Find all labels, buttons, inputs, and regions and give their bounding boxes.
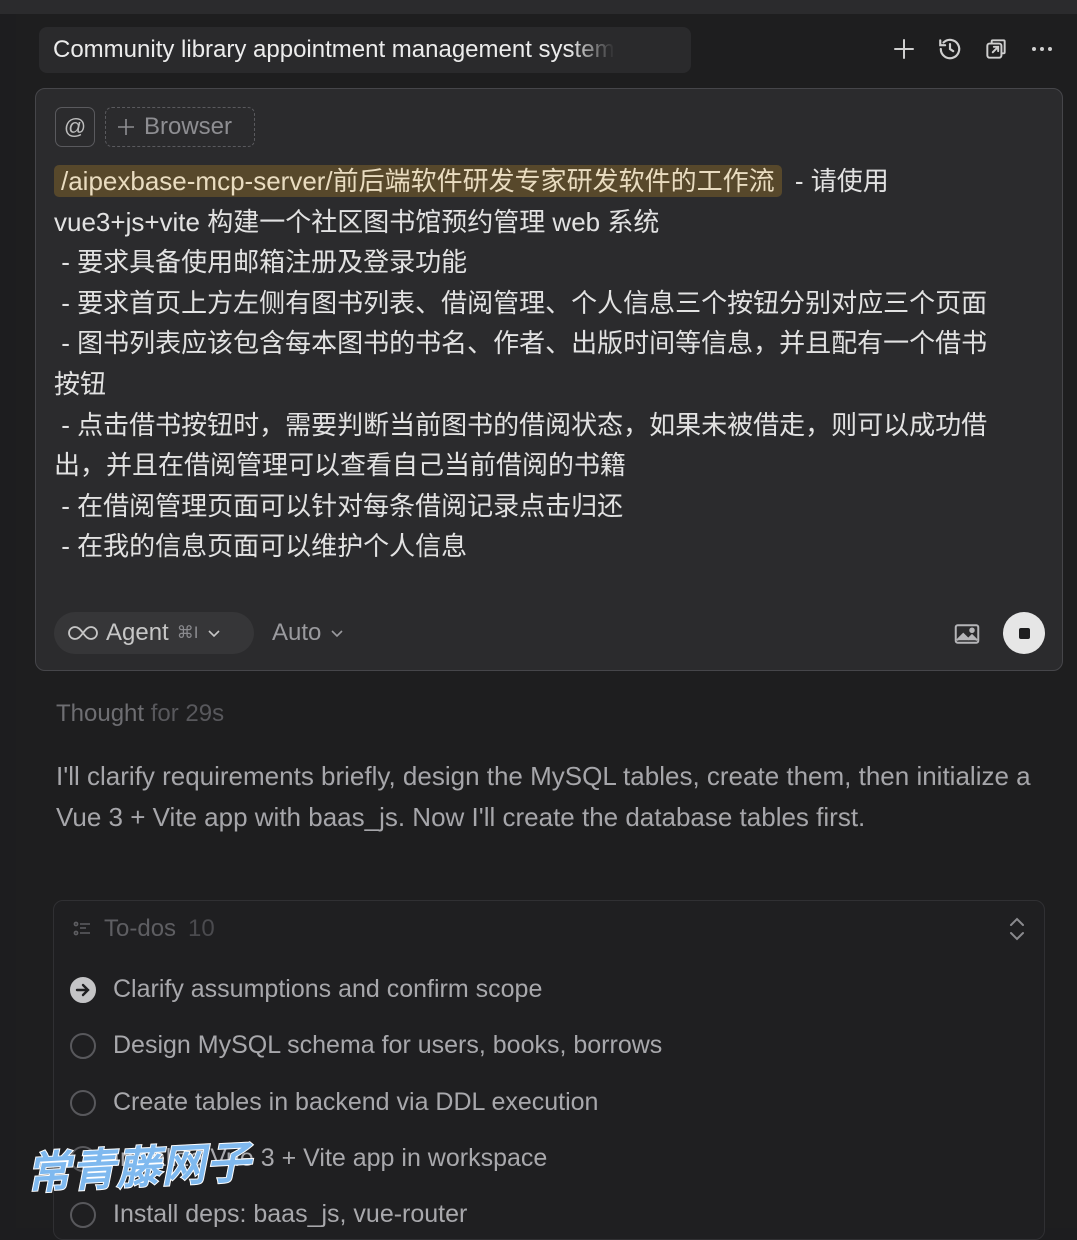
open-external-icon[interactable] (981, 34, 1011, 64)
stop-icon (1018, 627, 1030, 639)
todo-item[interactable]: Clarify assumptions and confirm scope (70, 975, 542, 1004)
history-icon[interactable] (935, 34, 965, 64)
chat-title-tab[interactable]: Community library appointment management… (39, 27, 691, 73)
in-progress-arrow-icon (70, 976, 96, 1003)
prompt-line: - 在我的信息页面可以维护个人信息 (54, 531, 468, 562)
checklist-icon (73, 921, 90, 936)
assistant-message: I'll clarify requirements briefly, desig… (56, 761, 1031, 832)
prompt-line: 出，并且在借阅管理可以查看自己当前借阅的书籍 (54, 450, 627, 481)
todo-label: Create tables in backend via DDL executi… (113, 1088, 599, 1116)
agent-mode-selector[interactable]: Agent ⌘I (54, 612, 254, 654)
browser-context-chip[interactable]: Browser (105, 107, 255, 147)
thought-duration: for 29s (150, 700, 225, 727)
browser-chip-label: Browser (144, 113, 233, 140)
expand-collapse-icon[interactable] (1006, 915, 1028, 943)
prompt-line: 按钮 (54, 368, 107, 399)
mention-button[interactable]: @ (55, 107, 95, 147)
agent-mode-label: Agent (106, 619, 169, 646)
pending-circle-icon (70, 1201, 96, 1228)
prompt-line: /aipexbase-mcp-server/前后端软件研发专家研发软件的工作流 … (54, 161, 1054, 202)
chevron-down-icon (208, 630, 221, 638)
prompt-line: - 图书列表应该包含每本图书的书名、作者、出版时间等信息，并且配有一个借书 (54, 328, 988, 359)
window-top-strip (0, 0, 1077, 14)
plus-icon (118, 119, 134, 135)
chevron-down-icon (331, 630, 343, 638)
prompt-composer[interactable]: @ Browser /aipexbase-mcp-server/前后端软件研发专… (35, 88, 1063, 671)
mode-shortcut: ⌘I (176, 623, 199, 642)
more-icon[interactable] (1027, 34, 1057, 64)
prompt-line: - 要求具备使用邮箱注册及登录功能 (54, 247, 468, 278)
todo-header[interactable]: To-dos 10 (72, 915, 215, 943)
todo-label: Design MySQL schema for users, books, bo… (113, 1031, 663, 1059)
pending-circle-icon (70, 1089, 96, 1116)
model-selector[interactable]: Auto (272, 612, 345, 654)
image-icon[interactable] (952, 619, 982, 649)
model-label: Auto (272, 619, 322, 646)
watermark: 常青藤网子 (24, 1137, 253, 1200)
todo-title: To-dos (104, 915, 177, 942)
todo-label: Clarify assumptions and confirm scope (113, 975, 543, 1003)
prompt-line: - 点击借书按钮时，需要判断当前图书的借阅状态，如果未被借走，则可以成功借 (54, 409, 988, 440)
todo-count: 10 (188, 915, 215, 942)
thought-indicator[interactable]: Thought for 29s (56, 700, 224, 728)
mcp-mention-tag[interactable]: /aipexbase-mcp-server/前后端软件研发专家研发软件的工作流 (54, 165, 782, 197)
plus-icon[interactable] (889, 34, 919, 64)
todo-item[interactable]: Create tables in backend via DDL executi… (70, 1088, 598, 1117)
chat-title: Community library appointment management… (53, 36, 615, 63)
todo-label: Install deps: baas_js, vue-router (113, 1200, 468, 1228)
todo-item[interactable]: Install deps: baas_js, vue-router (70, 1200, 467, 1229)
at-icon: @ (63, 114, 87, 139)
prompt-line: - 要求首页上方左侧有图书列表、借阅管理、个人信息三个按钮分别对应三个页面 (54, 287, 988, 318)
prompt-line: vue3+js+vite 构建一个社区图书馆预约管理 web 系统 (54, 206, 660, 237)
stop-button[interactable] (1003, 612, 1045, 654)
todo-item[interactable]: Design MySQL schema for users, books, bo… (70, 1031, 662, 1060)
thought-label: Thought (56, 700, 145, 727)
pending-circle-icon (70, 1032, 96, 1059)
infinity-icon (68, 626, 98, 640)
prompt-text[interactable]: /aipexbase-mcp-server/前后端软件研发专家研发软件的工作流 … (54, 161, 1054, 567)
prompt-line: - 在借阅管理页面可以针对每条借阅记录点击归还 (54, 490, 624, 521)
